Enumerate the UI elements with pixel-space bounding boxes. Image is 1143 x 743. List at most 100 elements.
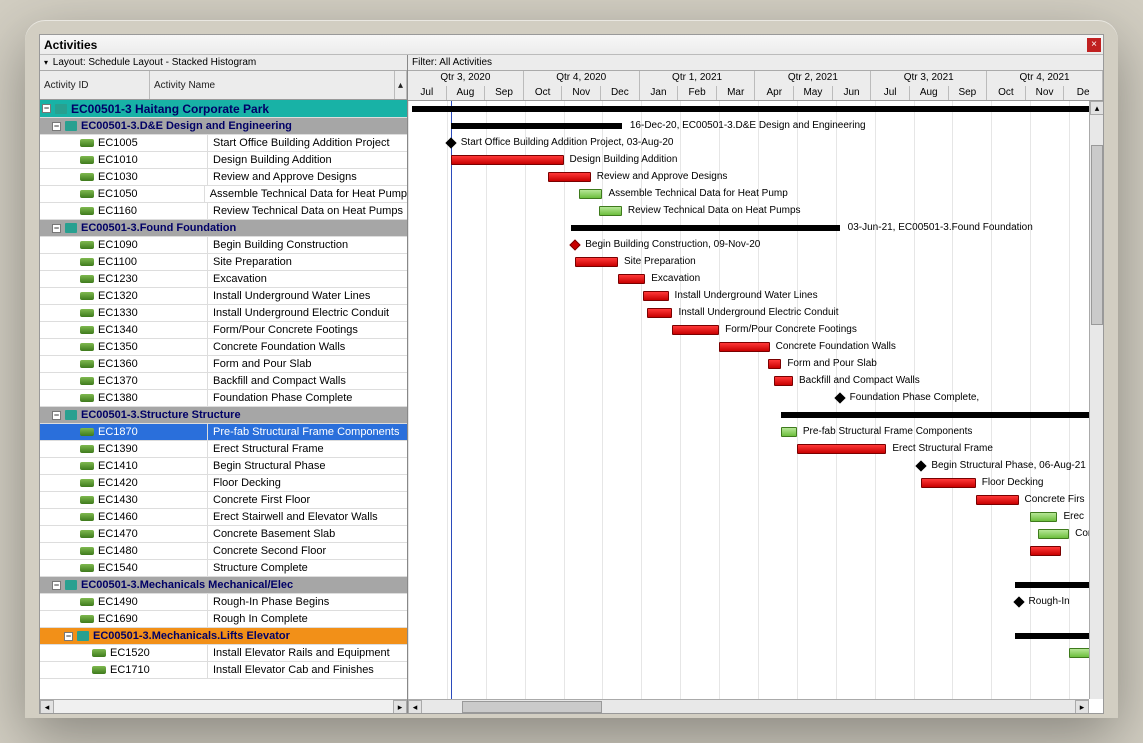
v-scrollbar[interactable]: ▴ bbox=[1089, 101, 1103, 699]
table-row[interactable]: EC1010Design Building Addition bbox=[40, 152, 407, 169]
gantt-bar[interactable] bbox=[774, 376, 793, 386]
table-row[interactable]: EC1540Structure Complete bbox=[40, 560, 407, 577]
table-row[interactable]: −EC00501-3.Structure Structure bbox=[40, 407, 407, 424]
table-row[interactable]: EC1100Site Preparation bbox=[40, 254, 407, 271]
table-row[interactable]: EC1230Excavation bbox=[40, 271, 407, 288]
close-icon[interactable]: × bbox=[1087, 38, 1101, 52]
summary-bar[interactable] bbox=[451, 123, 622, 129]
summary-bar[interactable] bbox=[412, 106, 1103, 112]
activity-icon bbox=[80, 258, 94, 266]
table-row[interactable]: EC1410Begin Structural Phase bbox=[40, 458, 407, 475]
h-scrollbar[interactable]: ◂ ▸ bbox=[408, 699, 1089, 713]
gantt-header: Qtr 3, 2020Qtr 4, 2020Qtr 1, 2021Qtr 2, … bbox=[408, 71, 1103, 101]
gantt-bar[interactable] bbox=[797, 444, 886, 454]
gantt-bar[interactable] bbox=[451, 155, 564, 165]
milestone-icon[interactable] bbox=[570, 239, 581, 250]
table-row[interactable]: EC1430Concrete First Floor bbox=[40, 492, 407, 509]
quarter-header: Qtr 1, 2021 bbox=[640, 71, 756, 86]
month-header: Jul bbox=[871, 86, 910, 100]
milestone-icon[interactable] bbox=[1013, 596, 1024, 607]
gantt-bar[interactable] bbox=[921, 478, 975, 488]
gantt-bar[interactable] bbox=[618, 274, 645, 284]
table-row[interactable]: EC1090Begin Building Construction bbox=[40, 237, 407, 254]
milestone-icon[interactable] bbox=[445, 137, 456, 148]
table-row[interactable]: EC1490Rough-In Phase Begins bbox=[40, 594, 407, 611]
gantt-body[interactable]: 16-Dec-20, EC00501-3.D&E Design and Engi… bbox=[408, 101, 1103, 713]
collapse-icon[interactable]: − bbox=[52, 224, 61, 233]
scroll-thumb[interactable] bbox=[462, 701, 602, 713]
table-row[interactable]: EC1480Concrete Second Floor bbox=[40, 543, 407, 560]
activity-icon bbox=[80, 190, 94, 198]
summary-bar[interactable] bbox=[781, 412, 1103, 418]
bar-label: Concrete Firs bbox=[1025, 494, 1085, 505]
table-row[interactable]: EC1390Erect Structural Frame bbox=[40, 441, 407, 458]
table-row[interactable]: EC1340Form/Pour Concrete Footings bbox=[40, 322, 407, 339]
collapse-icon[interactable]: − bbox=[52, 581, 61, 590]
gantt-bar[interactable] bbox=[548, 172, 591, 182]
activity-name: Start Office Building Addition Project bbox=[211, 137, 390, 149]
activity-icon bbox=[80, 564, 94, 572]
gantt-row bbox=[408, 407, 1103, 424]
scroll-thumb[interactable] bbox=[1091, 145, 1103, 325]
collapse-icon[interactable]: − bbox=[52, 122, 61, 131]
layout-toolbar[interactable]: ▾ Layout: Schedule Layout - Stacked Hist… bbox=[40, 55, 407, 71]
gantt-bar[interactable] bbox=[672, 325, 719, 335]
table-row[interactable]: EC1360Form and Pour Slab bbox=[40, 356, 407, 373]
collapse-icon[interactable]: − bbox=[42, 104, 51, 113]
milestone-icon[interactable] bbox=[916, 460, 927, 471]
scroll-track[interactable] bbox=[54, 700, 393, 713]
table-row[interactable]: EC1870Pre-fab Structural Frame Component… bbox=[40, 424, 407, 441]
table-row[interactable]: EC1470Concrete Basement Slab bbox=[40, 526, 407, 543]
table-row[interactable]: −EC00501-3.Mechanicals Mechanical/Elec bbox=[40, 577, 407, 594]
milestone-icon[interactable] bbox=[834, 392, 845, 403]
gantt-bar[interactable] bbox=[579, 189, 602, 199]
table-row[interactable]: EC1460Erect Stairwell and Elevator Walls bbox=[40, 509, 407, 526]
filter-toolbar[interactable]: Filter: All Activities bbox=[408, 55, 1103, 71]
table-row[interactable]: EC1520Install Elevator Rails and Equipme… bbox=[40, 645, 407, 662]
gantt-bar[interactable] bbox=[1030, 546, 1061, 556]
summary-bar[interactable] bbox=[571, 225, 839, 231]
table-row[interactable]: EC1710Install Elevator Cab and Finishes bbox=[40, 662, 407, 679]
gantt-bar[interactable] bbox=[768, 359, 782, 369]
table-row[interactable]: EC1030Review and Approve Designs bbox=[40, 169, 407, 186]
h-scrollbar-left[interactable]: ◂ ▸ bbox=[40, 699, 407, 713]
gantt-bar[interactable] bbox=[643, 291, 668, 301]
scroll-right-icon[interactable]: ▸ bbox=[393, 700, 407, 713]
table-row[interactable]: EC1690Rough In Complete bbox=[40, 611, 407, 628]
table-row[interactable]: EC1005Start Office Building Addition Pro… bbox=[40, 135, 407, 152]
table-row[interactable]: −EC00501-3 Haitang Corporate Park bbox=[40, 100, 407, 118]
scroll-up-icon[interactable]: ▴ bbox=[395, 71, 407, 99]
gantt-bar[interactable] bbox=[976, 495, 1019, 505]
gantt-bar[interactable] bbox=[599, 206, 622, 216]
gantt-bar[interactable] bbox=[1030, 512, 1057, 522]
quarter-header: Qtr 2, 2021 bbox=[755, 71, 871, 86]
table-row[interactable]: EC1050Assemble Technical Data for Heat P… bbox=[40, 186, 407, 203]
col-activity-name[interactable]: Activity Name bbox=[150, 71, 395, 99]
table-row[interactable]: EC1160Review Technical Data on Heat Pump… bbox=[40, 203, 407, 220]
table-row[interactable]: EC1370Backfill and Compact Walls bbox=[40, 373, 407, 390]
gantt-bar[interactable] bbox=[781, 427, 797, 437]
scroll-left-icon[interactable]: ◂ bbox=[408, 700, 422, 713]
table-row[interactable]: EC1330Install Underground Electric Condu… bbox=[40, 305, 407, 322]
gantt-row: Erec bbox=[408, 509, 1103, 526]
col-activity-id[interactable]: Activity ID bbox=[40, 71, 150, 99]
collapse-icon[interactable]: − bbox=[64, 632, 73, 641]
gantt-row bbox=[408, 662, 1103, 679]
scroll-up-icon[interactable]: ▴ bbox=[1090, 101, 1103, 115]
table-row[interactable]: EC1420Floor Decking bbox=[40, 475, 407, 492]
gantt-bar[interactable] bbox=[1038, 529, 1069, 539]
activity-tree[interactable]: −EC00501-3 Haitang Corporate Park−EC0050… bbox=[40, 100, 407, 699]
table-row[interactable]: EC1380Foundation Phase Complete bbox=[40, 390, 407, 407]
table-row[interactable]: −EC00501-3.D&E Design and Engineering bbox=[40, 118, 407, 135]
table-row[interactable]: −EC00501-3.Found Foundation bbox=[40, 220, 407, 237]
month-header: Aug bbox=[447, 86, 486, 100]
table-row[interactable]: EC1320Install Underground Water Lines bbox=[40, 288, 407, 305]
gantt-bar[interactable] bbox=[575, 257, 618, 267]
table-row[interactable]: −EC00501-3.Mechanicals.Lifts Elevator bbox=[40, 628, 407, 645]
gantt-bar[interactable] bbox=[647, 308, 672, 318]
scroll-left-icon[interactable]: ◂ bbox=[40, 700, 54, 713]
scroll-right-icon[interactable]: ▸ bbox=[1075, 700, 1089, 713]
collapse-icon[interactable]: − bbox=[52, 411, 61, 420]
gantt-bar[interactable] bbox=[719, 342, 770, 352]
table-row[interactable]: EC1350Concrete Foundation Walls bbox=[40, 339, 407, 356]
